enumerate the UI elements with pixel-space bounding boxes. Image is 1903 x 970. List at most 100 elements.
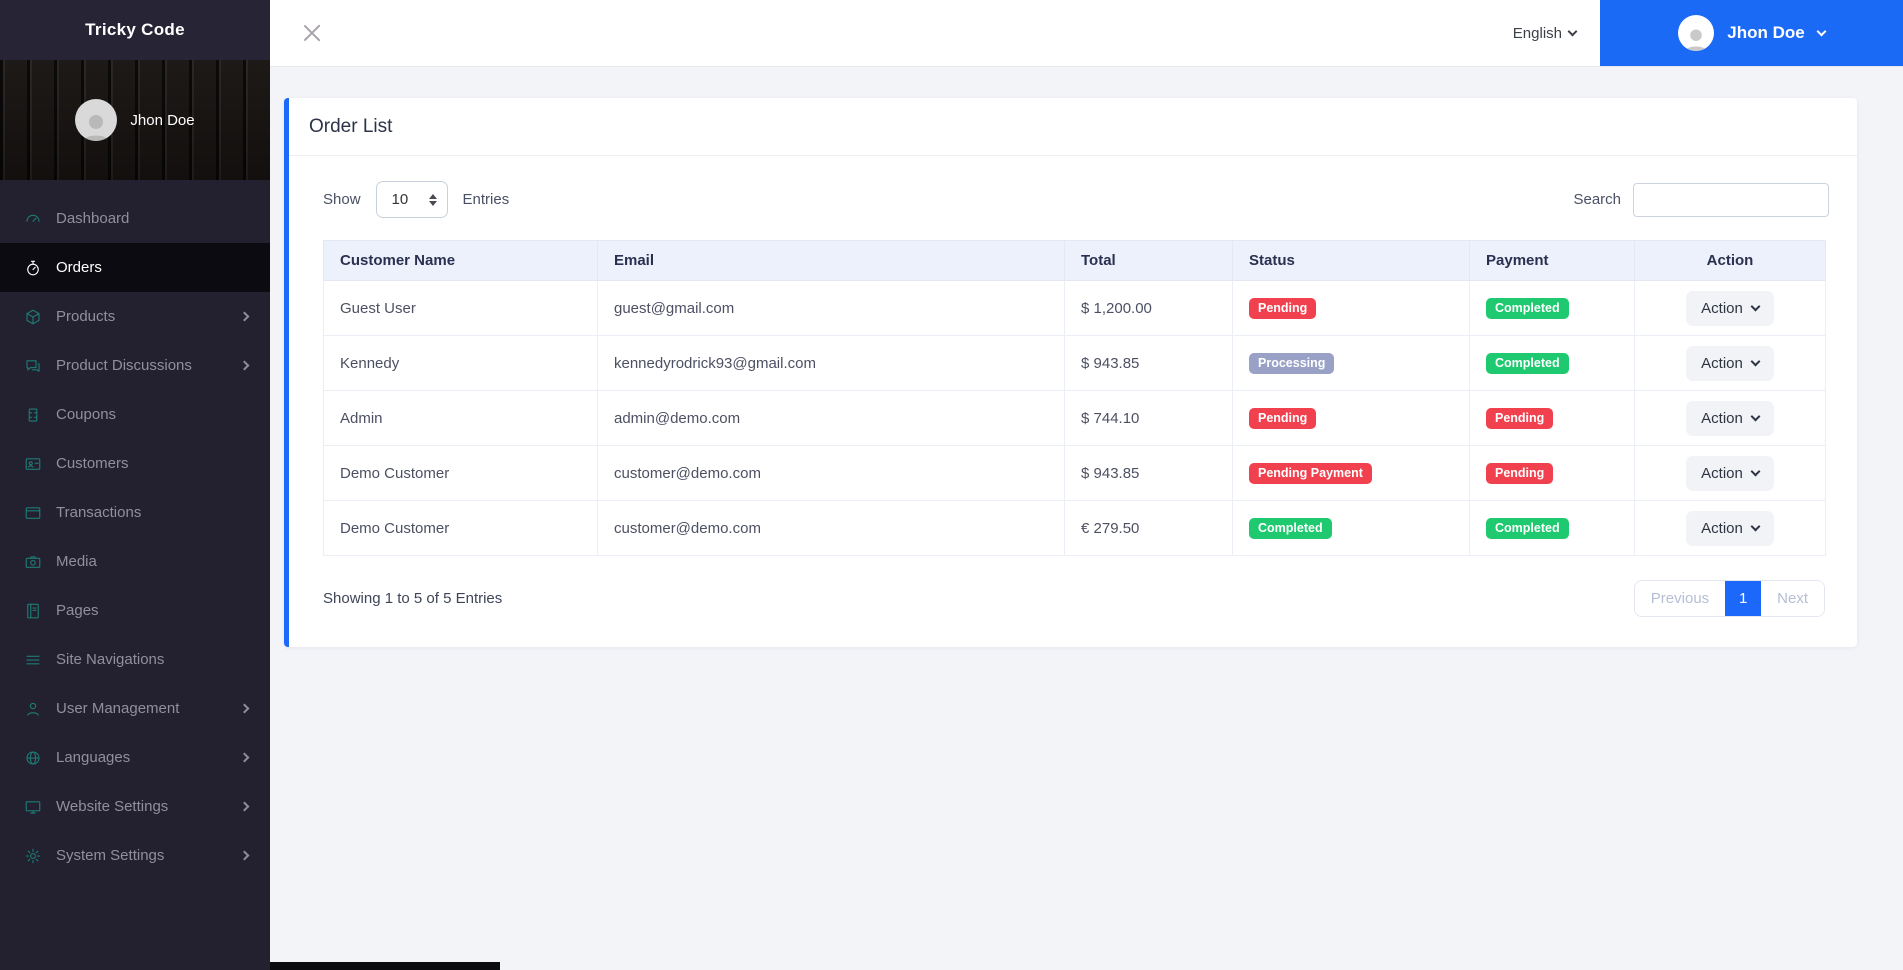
sidebar-item-transactions[interactable]: Transactions xyxy=(0,488,270,537)
sidebar-item-coupons[interactable]: Coupons xyxy=(0,390,270,439)
sidebar-item-label: System Settings xyxy=(56,847,165,864)
action-button[interactable]: Action xyxy=(1686,455,1774,491)
action-button[interactable]: Action xyxy=(1686,510,1774,546)
ticket-icon xyxy=(28,407,38,422)
search-label: Search xyxy=(1573,191,1621,208)
status-badge: Pending Payment xyxy=(1249,462,1372,484)
action-button-label: Action xyxy=(1701,354,1743,372)
col-status[interactable]: Status xyxy=(1232,240,1470,281)
email-cell: admin@demo.com xyxy=(597,390,1065,446)
menu-lines-icon xyxy=(26,655,40,664)
pagination-previous[interactable]: Previous xyxy=(1634,581,1726,616)
customer-cell: Guest User xyxy=(323,280,598,336)
credit-card-icon xyxy=(25,506,41,519)
sidebar-item-label: Website Settings xyxy=(56,798,169,815)
action-cell: Action xyxy=(1634,390,1826,446)
gauge-icon xyxy=(26,214,40,222)
total-cell: $ 943.85 xyxy=(1064,335,1233,391)
sidebar-item-label: Product Discussions xyxy=(56,357,192,374)
sidebar-item-languages[interactable]: Languages xyxy=(0,733,270,782)
main-area: English Jhon Doe Order List Show 10 Entr… xyxy=(270,0,1903,970)
email-cell: customer@demo.com xyxy=(597,445,1065,501)
email-cell: guest@gmail.com xyxy=(597,280,1065,336)
table-controls: Show 10 Entries Search xyxy=(323,181,1829,218)
action-cell: Action xyxy=(1634,445,1826,501)
status-cell: Pending xyxy=(1232,390,1470,446)
status-cell: Completed xyxy=(1232,500,1470,556)
language-dropdown[interactable]: English xyxy=(1513,25,1578,42)
user-menu[interactable]: Jhon Doe xyxy=(1600,0,1903,66)
page-size-select[interactable]: 10 xyxy=(375,181,448,218)
sidebar-item-system-settings[interactable]: System Settings xyxy=(0,831,270,880)
table-row: Guest User guest@gmail.com $ 1,200.00 Pe… xyxy=(323,280,1826,336)
sidebar-item-site-navigations[interactable]: Site Navigations xyxy=(0,635,270,684)
total-cell: $ 744.10 xyxy=(1064,390,1233,446)
topbar-user-name: Jhon Doe xyxy=(1727,23,1805,42)
sidebar-item-product-discussions[interactable]: Product Discussions xyxy=(0,341,270,390)
search-input[interactable] xyxy=(1633,182,1829,217)
sidebar-item-website-settings[interactable]: Website Settings xyxy=(0,782,270,831)
col-action[interactable]: Action xyxy=(1634,240,1826,281)
sidebar-item-media[interactable]: Media xyxy=(0,537,270,586)
person-icon xyxy=(27,702,39,716)
page-size-value: 10 xyxy=(391,191,409,208)
sidebar-item-label: User Management xyxy=(56,700,180,717)
sidebar-item-dashboard[interactable]: Dashboard xyxy=(0,194,270,243)
pagination-next[interactable]: Next xyxy=(1761,581,1824,616)
col-total[interactable]: Total xyxy=(1064,240,1233,281)
table-row: Demo Customer customer@demo.com $ 943.85… xyxy=(323,445,1826,501)
entries-label: Entries xyxy=(462,191,510,208)
status-badge: Completed xyxy=(1249,517,1332,539)
sidebar-item-customers[interactable]: Customers xyxy=(0,439,270,488)
table-header-row: Customer Name Email Total Status Payment… xyxy=(323,240,1826,281)
sidebar-item-label: Orders xyxy=(56,259,102,276)
sidebar-item-label: Pages xyxy=(56,602,99,619)
col-email[interactable]: Email xyxy=(597,240,1065,281)
table-row: Admin admin@demo.com $ 744.10 Pending Pe… xyxy=(323,390,1826,446)
customer-cell: Kennedy xyxy=(323,335,598,391)
action-cell: Action xyxy=(1634,335,1826,391)
pagination-page-1[interactable]: 1 xyxy=(1725,581,1762,616)
total-cell: € 279.50 xyxy=(1064,500,1233,556)
action-button[interactable]: Action xyxy=(1686,290,1774,326)
email-cell: kennedyrodrick93@gmail.com xyxy=(597,335,1065,391)
sidebar-item-label: Coupons xyxy=(56,406,117,423)
sidebar-item-label: Products xyxy=(56,308,116,325)
horizontal-scrollbar[interactable] xyxy=(270,962,500,970)
payment-badge: Pending xyxy=(1486,462,1554,484)
chevron-down-icon xyxy=(1750,466,1761,476)
page-title: Order List xyxy=(309,116,393,137)
payment-cell: Completed xyxy=(1469,335,1635,391)
sidebar-item-label: Customers xyxy=(56,455,129,472)
sidebar-user-name: Jhon Doe xyxy=(130,111,195,129)
book-icon xyxy=(27,603,39,618)
chevron-down-icon xyxy=(1567,26,1578,36)
action-button[interactable]: Action xyxy=(1686,400,1774,436)
sidebar-item-user-management[interactable]: User Management xyxy=(0,684,270,733)
payment-badge: Completed xyxy=(1486,517,1569,539)
chat-icon xyxy=(26,359,40,372)
sidebar-item-label: Dashboard xyxy=(56,210,130,227)
show-label: Show xyxy=(323,191,361,208)
chevron-down-icon xyxy=(1750,521,1761,531)
table-row: Kennedy kennedyrodrick93@gmail.com $ 943… xyxy=(323,335,1826,391)
chevron-down-icon xyxy=(1750,356,1761,366)
sidebar-menu: Dashboard Orders Products Product Discus… xyxy=(0,180,270,880)
id-card-icon xyxy=(25,457,41,470)
gear-icon xyxy=(25,848,41,863)
payment-badge: Pending xyxy=(1486,407,1554,429)
customer-cell: Demo Customer xyxy=(323,500,598,556)
close-icon[interactable] xyxy=(300,21,324,45)
sidebar-item-orders[interactable]: Orders xyxy=(0,243,270,292)
sidebar-item-products[interactable]: Products xyxy=(0,292,270,341)
chevron-right-icon xyxy=(239,311,250,322)
payment-badge: Completed xyxy=(1486,297,1569,319)
action-button[interactable]: Action xyxy=(1686,345,1774,381)
status-badge: Pending xyxy=(1249,407,1317,429)
col-payment[interactable]: Payment xyxy=(1469,240,1635,281)
col-customer-name[interactable]: Customer Name xyxy=(323,240,598,281)
sidebar-item-pages[interactable]: Pages xyxy=(0,586,270,635)
cube-icon xyxy=(26,309,40,324)
chevron-right-icon xyxy=(239,801,250,812)
card-header: Order List xyxy=(289,98,1857,156)
